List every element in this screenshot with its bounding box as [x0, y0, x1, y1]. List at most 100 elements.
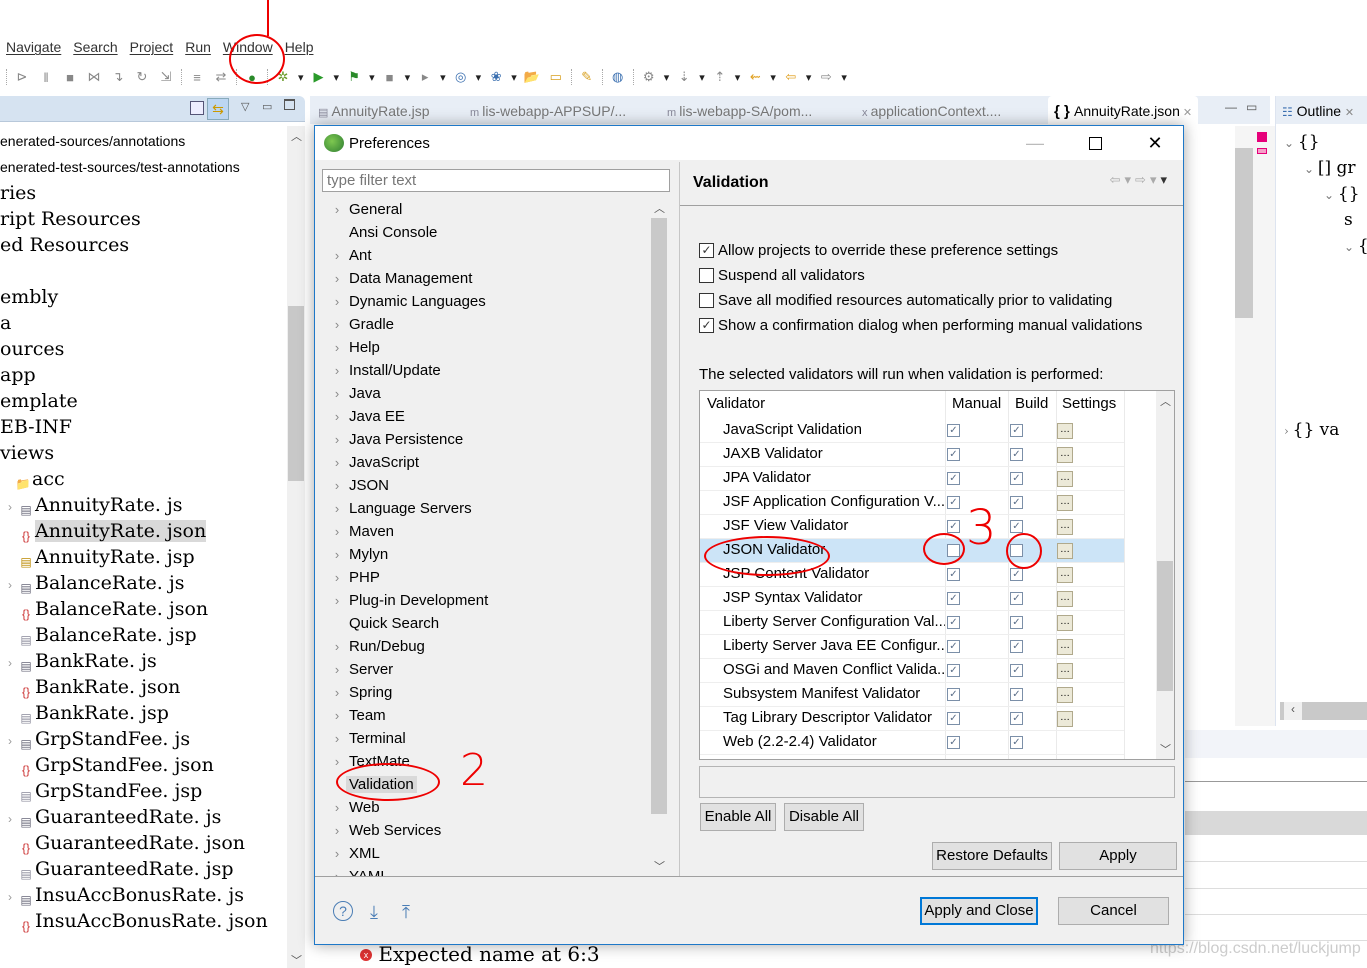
project-tree-item[interactable]: ▤ GrpStandFee. jsp: [3, 778, 202, 804]
settings-button[interactable]: …: [1057, 567, 1073, 583]
manual-checkbox[interactable]: ✓: [947, 640, 960, 653]
back-icon[interactable]: ⇦: [1110, 172, 1125, 187]
next-annotation-icon[interactable]: ⇣: [675, 68, 693, 86]
close-icon[interactable]: ✕: [1345, 107, 1354, 119]
manual-checkbox[interactable]: ✓: [947, 688, 960, 701]
outline-item[interactable]: › {} va: [1284, 420, 1339, 440]
maximize-icon[interactable]: [284, 99, 295, 110]
manual-checkbox[interactable]: ✓: [947, 616, 960, 629]
project-tree-item[interactable]: ed Resources: [0, 232, 129, 258]
preference-tree-item[interactable]: › Language Servers: [322, 497, 475, 520]
dropdown-arrow-icon[interactable]: ▾: [841, 71, 847, 84]
expand-arrow-icon[interactable]: ›: [3, 650, 17, 676]
expand-arrow-icon[interactable]: ›: [3, 884, 17, 910]
web-service-icon[interactable]: ⚙: [640, 68, 658, 86]
project-tree-item[interactable]: {} InsuAccBonusRate. json: [3, 908, 268, 934]
validator-row[interactable]: JPA Validator ✓ ✓…: [700, 467, 1124, 491]
project-tree-item[interactable]: {} BalanceRate. json: [3, 596, 208, 622]
build-checkbox[interactable]: ✓: [1010, 736, 1023, 749]
step-into-icon[interactable]: ↴: [109, 68, 127, 86]
expand-arrow-icon[interactable]: ›: [328, 796, 346, 819]
project-tree-item[interactable]: emplate: [0, 388, 78, 414]
maximize-icon[interactable]: ▭: [1246, 100, 1257, 114]
manual-checkbox[interactable]: ✓: [947, 448, 960, 461]
warning-marker-icon[interactable]: [1257, 148, 1267, 154]
validator-row[interactable]: JSP Syntax Validator ✓ ✓…: [700, 587, 1124, 611]
option-checkbox-row[interactable]: Suspend all validators: [699, 264, 865, 286]
close-button[interactable]: ✕: [1135, 130, 1175, 156]
forward-icon[interactable]: ⇨: [1135, 172, 1150, 187]
forward-dropdown-icon[interactable]: ▾: [1150, 172, 1161, 187]
expand-arrow-icon[interactable]: ›: [328, 566, 346, 589]
outline-item[interactable]: ⌄ {: [1344, 236, 1367, 256]
dropdown-arrow-icon[interactable]: ▾: [334, 71, 340, 84]
close-tab-icon[interactable]: ✕: [1180, 107, 1192, 119]
option-checkbox-row[interactable]: Save all modified resources automaticall…: [699, 289, 1112, 311]
validator-row[interactable]: Liberty Server Java EE Configur... ✓ ✓…: [700, 635, 1124, 659]
preference-tree-item[interactable]: › Java: [322, 382, 384, 405]
disable-all-button[interactable]: Disable All: [784, 803, 864, 831]
expand-arrow-icon[interactable]: ›: [328, 750, 346, 773]
build-checkbox[interactable]: ✓: [1010, 520, 1023, 533]
settings-button[interactable]: …: [1057, 519, 1073, 535]
export-icon[interactable]: ⤒: [395, 901, 417, 923]
manual-checkbox[interactable]: ✓: [947, 664, 960, 677]
back-icon[interactable]: ⇦: [782, 68, 800, 86]
suspend-icon[interactable]: ‖: [37, 68, 55, 86]
preference-tree-item[interactable]: › Team: [322, 704, 389, 727]
project-tree-item[interactable]: {} AnnuityRate. json: [3, 518, 207, 544]
build-checkbox[interactable]: ✓: [1010, 472, 1023, 485]
preference-tree-item[interactable]: › Data Management: [322, 267, 475, 290]
preference-tree-item[interactable]: Ansi Console: [322, 221, 440, 244]
expand-arrow-icon[interactable]: ›: [328, 382, 346, 405]
minimize-button[interactable]: —: [1015, 130, 1055, 156]
project-tree-item[interactable]: ources: [0, 336, 64, 362]
last-edit-icon[interactable]: ⇜: [746, 68, 764, 86]
collapse-arrow-icon[interactable]: ⌄: [1324, 188, 1338, 202]
preference-tree-item[interactable]: › Gradle: [322, 313, 397, 336]
terminate-icon[interactable]: ■: [61, 68, 79, 86]
build-checkbox[interactable]: ✓: [1010, 688, 1023, 701]
preference-tree-item[interactable]: › Mylyn: [322, 543, 391, 566]
build-checkbox[interactable]: ✓: [1010, 664, 1023, 677]
settings-button[interactable]: …: [1057, 471, 1073, 487]
build-checkbox[interactable]: ✓: [1010, 448, 1023, 461]
forward-icon[interactable]: ⇨: [817, 68, 835, 86]
skip-breakpoints-icon[interactable]: ⇄: [212, 68, 230, 86]
drop-to-frame-icon[interactable]: ⇲: [157, 68, 175, 86]
editor-scrollbar-thumb[interactable]: [1235, 148, 1253, 318]
pane-divider[interactable]: [679, 162, 680, 876]
editor-tab[interactable]: m lis-webapp-APPSUP/...: [470, 96, 626, 124]
project-tree-item[interactable]: › ▤ GuaranteedRate. js: [3, 804, 221, 830]
outline-tab[interactable]: ☷ Outline ✕: [1276, 96, 1367, 124]
minimize-icon[interactable]: ▭: [262, 100, 272, 113]
column-header-settings[interactable]: Settings: [1062, 391, 1116, 417]
preference-tree-item[interactable]: › General: [322, 198, 405, 221]
expand-arrow-icon[interactable]: ›: [328, 865, 346, 876]
project-tree-item[interactable]: ▤ AnnuityRate. jsp: [3, 544, 194, 570]
preference-tree-item[interactable]: › Spring: [322, 681, 395, 704]
column-header-manual[interactable]: Manual: [952, 391, 1001, 417]
option-checkbox-row[interactable]: ✓ Allow projects to override these prefer…: [699, 239, 1058, 261]
expand-arrow-icon[interactable]: ›: [1284, 424, 1293, 438]
expand-arrow-icon[interactable]: ›: [328, 635, 346, 658]
project-tree-item[interactable]: › ▤ BalanceRate. js: [3, 570, 185, 596]
step-return-icon[interactable]: ↻: [133, 68, 151, 86]
dropdown-arrow-icon[interactable]: ▾: [770, 71, 776, 84]
build-checkbox[interactable]: ✓: [1010, 592, 1023, 605]
outline-item[interactable]: ⌄ {}: [1284, 132, 1320, 152]
validator-row[interactable]: Web (2.2-2.4) Validator ✓ ✓: [700, 731, 1124, 755]
project-tree-item[interactable]: enerated-sources/annotations: [0, 128, 185, 154]
view-menu-icon[interactable]: ▽: [241, 100, 249, 113]
settings-button[interactable]: …: [1057, 423, 1073, 439]
settings-button[interactable]: …: [1057, 639, 1073, 655]
preference-tree-item[interactable]: ›YAML: [322, 865, 392, 876]
expand-arrow-icon[interactable]: ›: [3, 494, 17, 520]
project-tree-item[interactable]: ript Resources: [0, 206, 141, 232]
menu-help[interactable]: Help: [279, 36, 320, 58]
preference-tree-item[interactable]: › Install/Update: [322, 359, 444, 382]
project-tree-item[interactable]: › ▤ AnnuityRate. js: [3, 492, 183, 518]
run-icon[interactable]: ▶: [310, 68, 328, 86]
external-tools-icon[interactable]: ▸: [416, 68, 434, 86]
expand-arrow-icon[interactable]: ›: [328, 520, 346, 543]
